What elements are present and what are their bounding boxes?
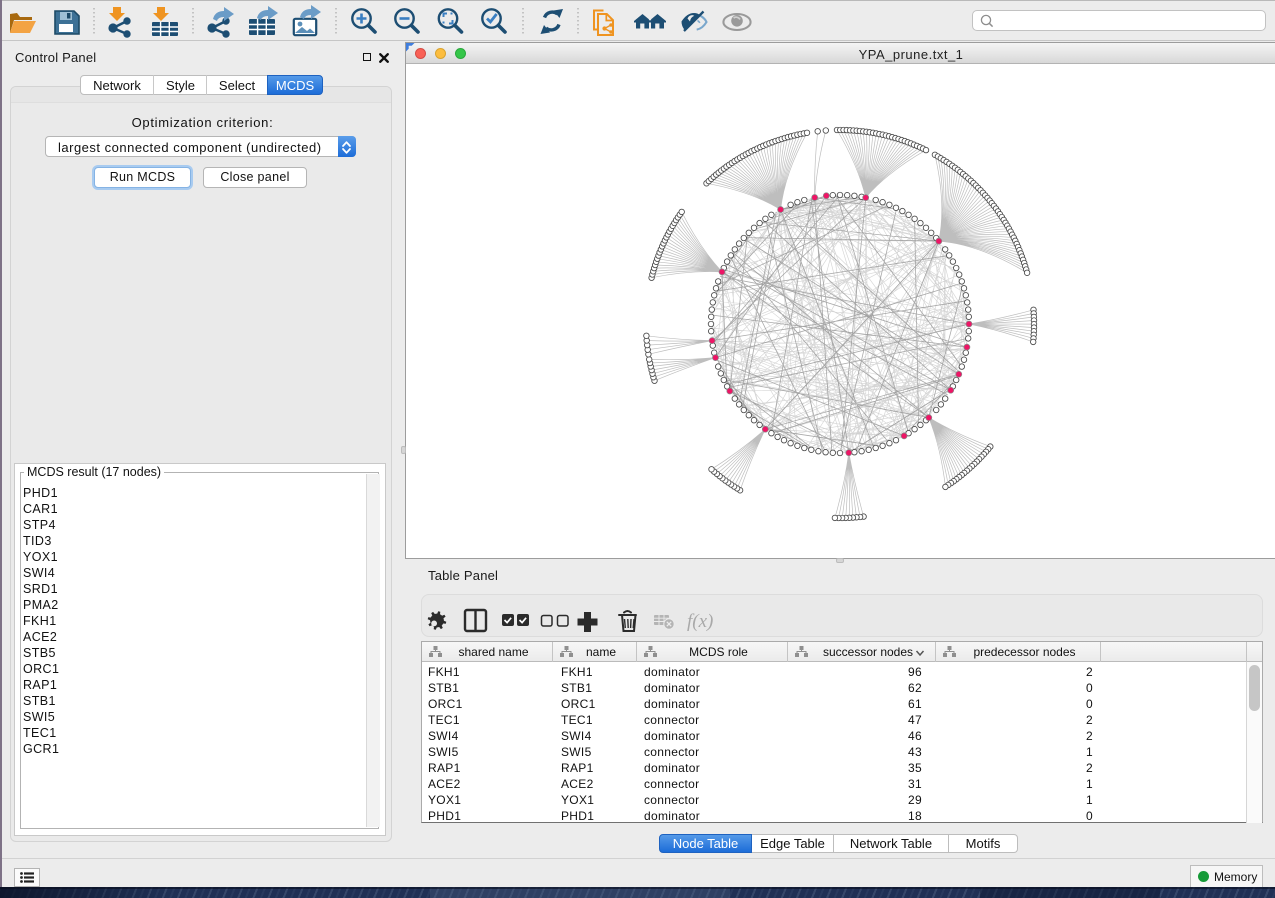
svg-text:f(x): f(x) xyxy=(687,611,713,632)
